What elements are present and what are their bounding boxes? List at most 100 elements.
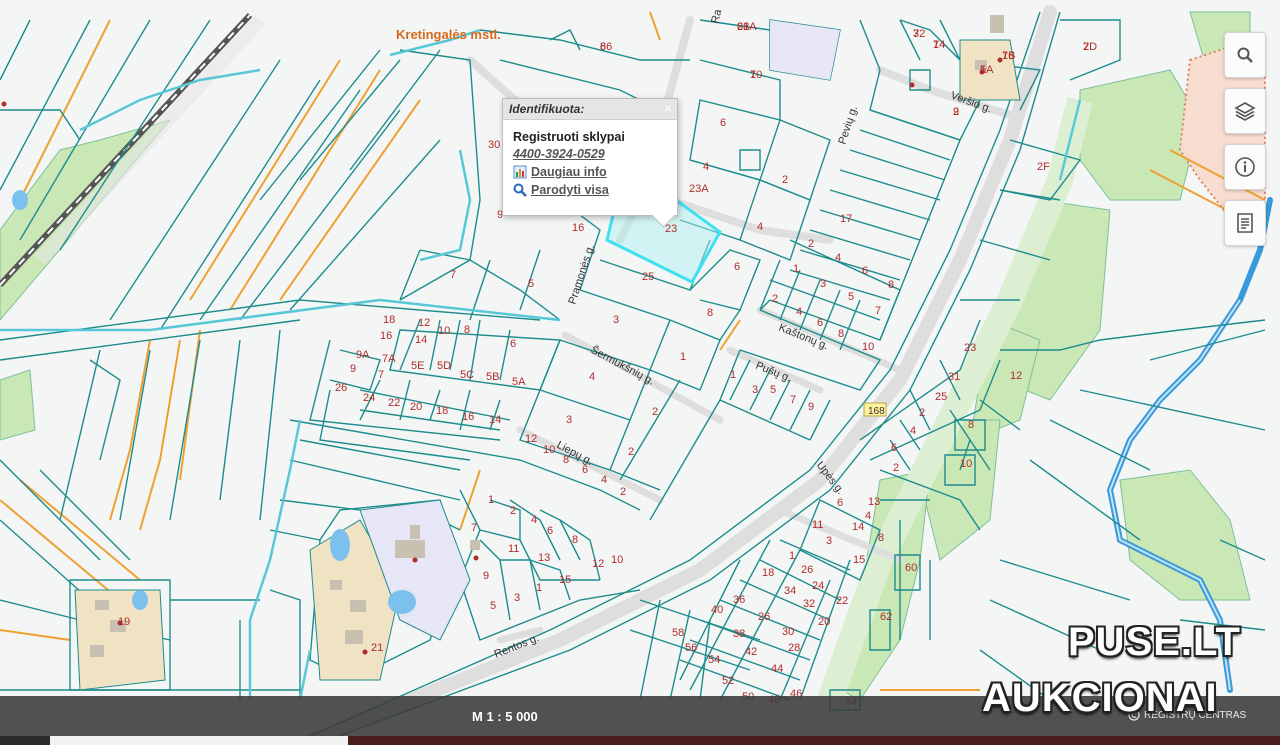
legend-button[interactable] (1224, 200, 1266, 246)
parcel-number: 4 (835, 252, 841, 264)
parcel-number: 7A (382, 353, 396, 365)
parcel-number: 13 (538, 552, 550, 564)
parcel-number: 12 (1010, 370, 1022, 382)
parcel-number: 22 (388, 397, 400, 409)
parcel-number: 1 (536, 582, 542, 594)
parcel-number: 6 (891, 442, 897, 454)
parcel-number: 30 (488, 139, 500, 151)
map-toolbar (1224, 32, 1266, 246)
parcel-number: 5E (411, 360, 424, 372)
parcel-number: 6 (582, 464, 588, 476)
parcel-number: 1 (488, 494, 494, 506)
parcel-number: 74 (933, 39, 945, 51)
parcel-number: 9 (808, 401, 814, 413)
parcel-number: 10 (438, 325, 450, 337)
parcel-number: 14 (852, 521, 864, 533)
parcel-number: 10 (960, 458, 972, 470)
parcel-number: 2 (893, 462, 899, 474)
parcel-number: 9A (356, 349, 370, 361)
parcel-number: 2 (510, 505, 516, 517)
layers-button[interactable] (1224, 88, 1266, 134)
parcel-number: 9 (483, 570, 489, 582)
magnifier-icon (513, 183, 527, 197)
parcel-number: 16 (462, 411, 474, 423)
parcel-number: 3 (826, 535, 832, 547)
parcel-number: 66 (600, 41, 612, 53)
parcel-number: 4 (601, 474, 607, 486)
popup-header: Identifikuota: (503, 99, 677, 120)
parcel-number: 15 (559, 574, 571, 586)
parcel-number: 5D (437, 360, 451, 372)
parcel-number: 30 (782, 626, 794, 638)
parcel-number: 6 (734, 261, 740, 273)
parcel-number: 8 (572, 534, 578, 546)
parcel-number: 32 (803, 598, 815, 610)
parcel-number: 25 (642, 271, 654, 283)
map-scale: M 1 : 5 000 (472, 709, 538, 724)
parcel-number: 21 (371, 642, 383, 654)
parcel-number: 54 (708, 654, 720, 666)
parcel-number: 19 (118, 616, 130, 628)
info-button[interactable] (1224, 144, 1266, 190)
parcel-number: 24 (363, 392, 375, 404)
parcel-number: 31 (948, 371, 960, 383)
parcel-number: 10 (862, 341, 874, 353)
parcel-number: 62 (880, 611, 892, 623)
parcel-number: 11 (812, 519, 823, 531)
parcel-number: 6 (510, 338, 516, 350)
parcel-number: 3 (566, 414, 572, 426)
parcel-code-link[interactable]: 4400-3924-0529 (503, 144, 677, 161)
parcel-number: 7 (790, 394, 796, 406)
parcel-number: 12 (525, 433, 537, 445)
parcel-number: 6 (547, 525, 553, 537)
parcel-number: 26 (801, 564, 813, 576)
parcel-number: 4 (757, 221, 763, 233)
parcel-number: 28 (788, 642, 800, 654)
parcel-number: 9 (953, 106, 959, 118)
parcel-number: 76 (1002, 50, 1014, 62)
road-number: 168 (868, 406, 885, 417)
parcel-number: 8 (968, 419, 974, 431)
popup-close-button[interactable]: × (664, 100, 672, 116)
parcel-number: 4 (865, 510, 871, 522)
layers-icon (1234, 102, 1256, 121)
parcel-number: 25 (935, 391, 947, 403)
parcel-number: 14 (489, 414, 501, 426)
parcel-number: 20 (818, 616, 830, 628)
parcel-number: 16 (380, 330, 392, 342)
parcel-number: 2 (782, 174, 788, 186)
parcel-number: 6 (862, 265, 868, 277)
parcel-number: 12 (592, 558, 604, 570)
parcel-number: 4 (531, 514, 537, 526)
parcel-number: 5 (980, 64, 986, 76)
parcel-number: 13 (868, 496, 880, 508)
parcel-number: 2 (628, 446, 634, 458)
parcel-number: 5 (848, 291, 854, 303)
parcel-number: 18 (383, 314, 395, 326)
parcel-number: 2 (620, 486, 626, 498)
parcel-number: 15 (853, 554, 865, 566)
parcel-number: 18 (436, 405, 448, 417)
parcel-number: 6 (720, 117, 726, 129)
parcel-number: 24 (812, 580, 824, 592)
search-button[interactable] (1224, 32, 1266, 78)
show-all-link[interactable]: Parodyti visa (503, 179, 677, 197)
more-info-label: Daugiau info (531, 165, 607, 179)
info-table-icon (513, 165, 527, 179)
parcel-number: 14 (415, 334, 427, 346)
parcel-number: 5A (512, 376, 526, 388)
parcel-number: 1 (789, 550, 795, 562)
parcel-number: 38 (733, 628, 745, 640)
parcel-number: 5 (490, 600, 496, 612)
parcel-number: 2 (808, 238, 814, 250)
parcel-number: 8 (464, 324, 470, 336)
parcel-number: 16 (572, 222, 584, 234)
show-all-label: Parodyti visa (531, 183, 609, 197)
parcel-number: 36 (733, 594, 745, 606)
parcel-number: 10 (611, 554, 623, 566)
more-info-link[interactable]: Daugiau info (503, 161, 677, 179)
parcel-number: 56 (685, 642, 697, 654)
parcel-number: 8 (888, 279, 894, 291)
parcel-number: 8 (878, 532, 884, 544)
parcel-number: 40 (711, 604, 723, 616)
